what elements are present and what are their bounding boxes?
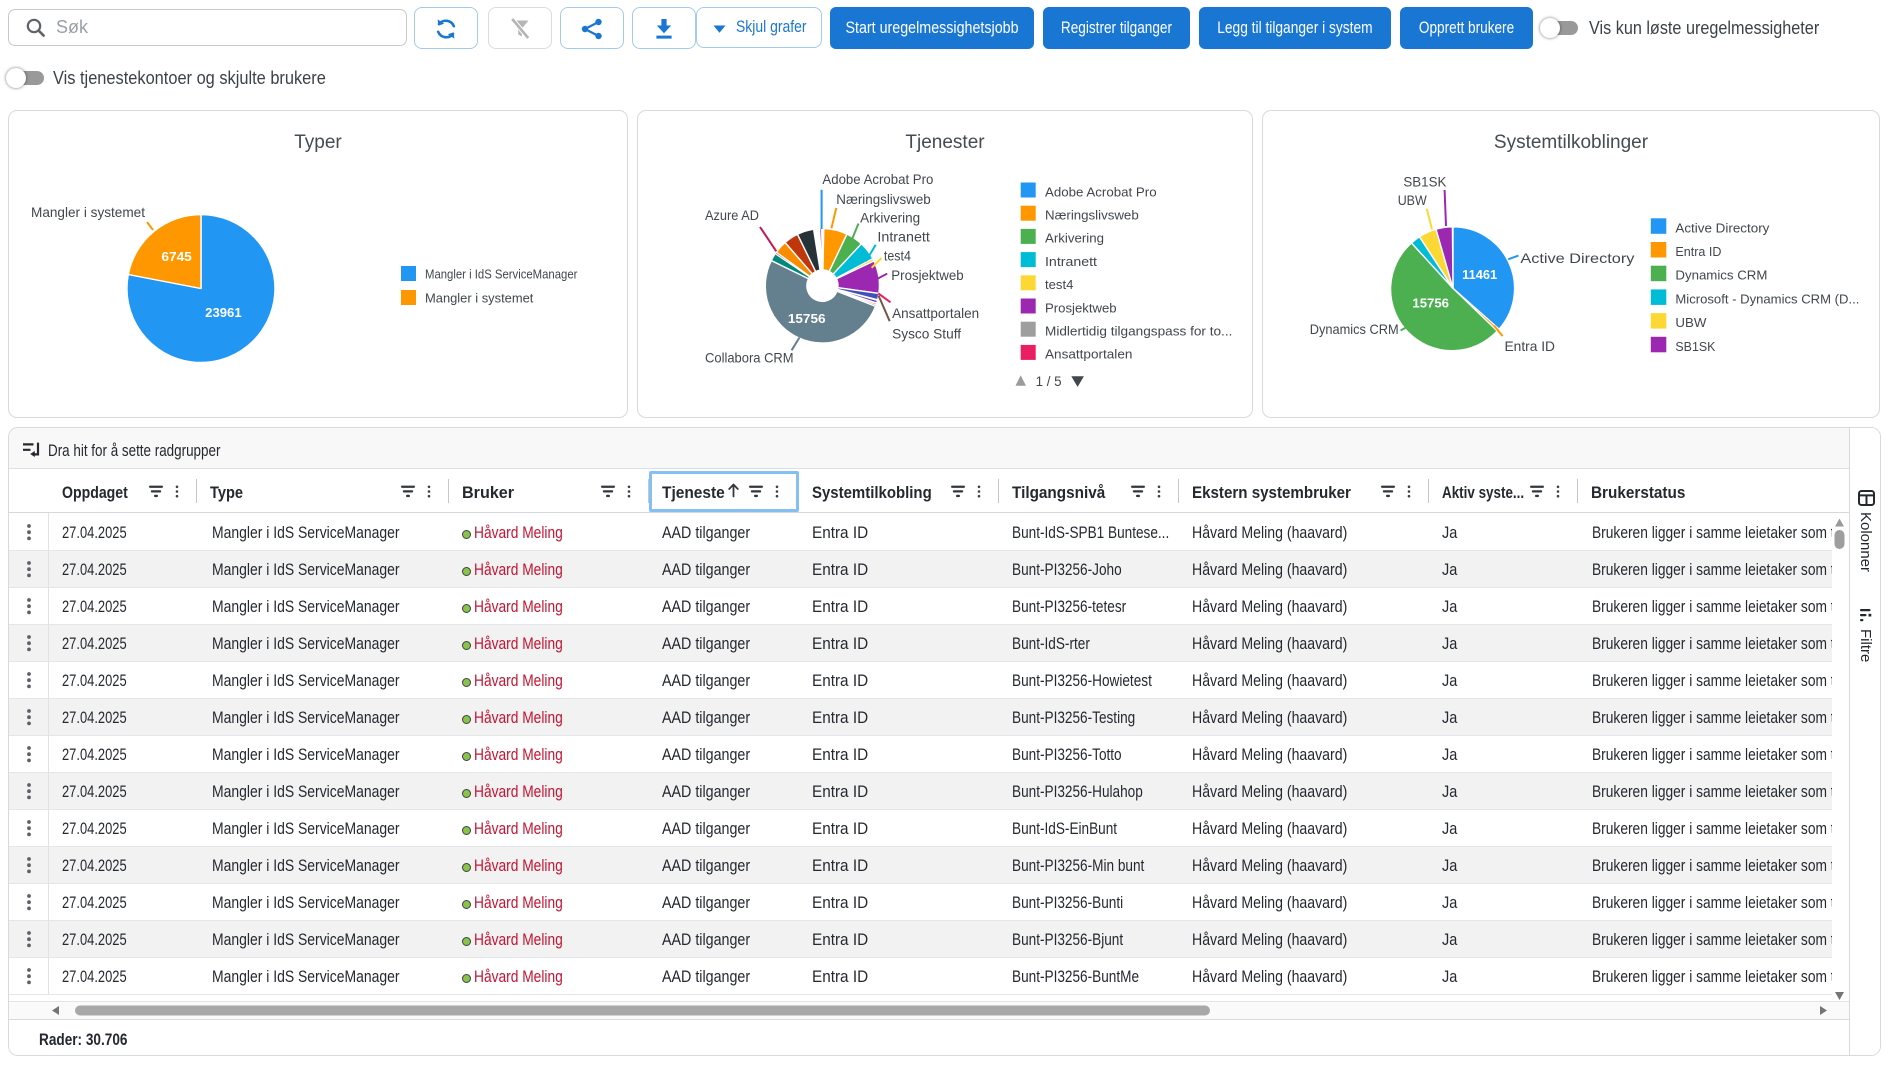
svg-text:Dynamics CRM: Dynamics CRM <box>1310 321 1399 337</box>
svg-text:Dynamics CRM: Dynamics CRM <box>1675 268 1767 283</box>
svg-text:Arkivering: Arkivering <box>1045 231 1104 246</box>
svg-text:Active Directory: Active Directory <box>1675 220 1770 235</box>
svg-text:11461: 11461 <box>1462 268 1497 282</box>
svg-text:Mangler i IdS ServiceManager: Mangler i IdS ServiceManager <box>425 267 578 282</box>
svg-text:Adobe Acrobat Pro: Adobe Acrobat Pro <box>822 171 933 187</box>
svg-text:Midlertidig tilgangspass for t: Midlertidig tilgangspass for to... <box>1045 324 1232 339</box>
svg-text:Microsoft - Dynamics CRM (D...: Microsoft - Dynamics CRM (D... <box>1675 291 1859 306</box>
svg-text:Intranett: Intranett <box>877 229 930 245</box>
svg-text:Arkivering: Arkivering <box>860 210 920 226</box>
svg-text:test4: test4 <box>1045 277 1073 292</box>
svg-text:Mangler i systemet: Mangler i systemet <box>425 291 534 306</box>
svg-text:Ansattportalen: Ansattportalen <box>892 305 979 321</box>
svg-text:SB1SK: SB1SK <box>1403 173 1447 189</box>
svg-text:Næringslivsweb: Næringslivsweb <box>1045 208 1139 223</box>
svg-text:SB1SK: SB1SK <box>1675 339 1715 354</box>
svg-text:Collabora CRM: Collabora CRM <box>705 349 794 365</box>
svg-text:Intranett: Intranett <box>1045 254 1097 269</box>
svg-text:test4: test4 <box>884 247 911 263</box>
svg-text:Adobe Acrobat Pro: Adobe Acrobat Pro <box>1045 184 1157 199</box>
svg-text:Sysco Stuff: Sysco Stuff <box>892 326 961 342</box>
svg-text:1 / 5: 1 / 5 <box>1036 373 1062 389</box>
svg-text:15756: 15756 <box>788 312 826 326</box>
svg-text:Entra ID: Entra ID <box>1675 244 1721 259</box>
svg-text:UBW: UBW <box>1675 315 1707 330</box>
svg-text:Prosjektweb: Prosjektweb <box>891 267 963 283</box>
svg-text:6745: 6745 <box>161 250 191 264</box>
svg-text:Active Directory: Active Directory <box>1520 250 1634 266</box>
svg-text:Næringslivsweb: Næringslivsweb <box>836 191 931 207</box>
svg-text:Entra ID: Entra ID <box>1505 338 1556 354</box>
svg-text:Mangler i systemet: Mangler i systemet <box>31 204 145 220</box>
svg-text:23961: 23961 <box>205 306 242 320</box>
svg-text:Ansattportalen: Ansattportalen <box>1045 347 1132 362</box>
svg-text:UBW: UBW <box>1398 192 1428 208</box>
svg-text:Prosjektweb: Prosjektweb <box>1045 300 1117 315</box>
svg-text:15756: 15756 <box>1412 296 1449 310</box>
svg-text:Azure AD: Azure AD <box>705 207 759 223</box>
